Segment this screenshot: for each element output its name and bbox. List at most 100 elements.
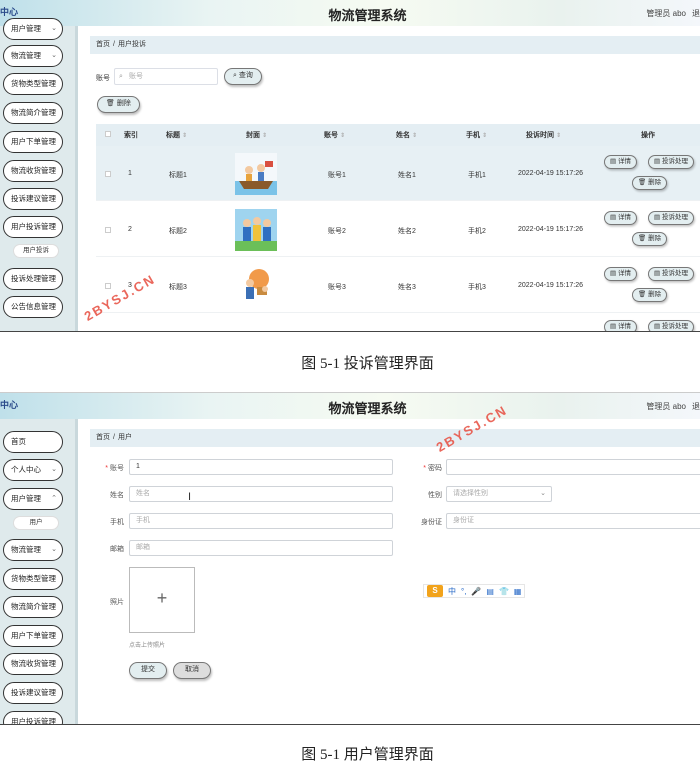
sidebar-item-logistics-management[interactable]: 物流管理 ⌄ xyxy=(3,45,63,67)
sidebar-item-complaint-handling[interactable]: 投诉处理管理 xyxy=(3,268,63,290)
logout-link[interactable]: 退 xyxy=(692,8,700,19)
delete-button[interactable]: 🗑 删除 xyxy=(97,96,140,113)
sidebar-item-cargo-type[interactable]: 货物类型管理 xyxy=(3,73,63,95)
detail-button[interactable]: ▤ 详情 xyxy=(604,155,637,169)
col-actions: 操作 xyxy=(641,132,655,139)
sogou-logo-icon: S xyxy=(427,585,443,597)
row-delete-button[interactable]: 🗑 删除 xyxy=(632,232,668,246)
ime-chinese-mode[interactable]: 中 xyxy=(448,586,456,597)
sort-icon[interactable]: ⇕ xyxy=(556,133,561,139)
detail-button[interactable]: ▤ 详情 xyxy=(604,211,637,225)
phone-input[interactable]: 手机 xyxy=(129,513,393,529)
cell-account: 账号3 xyxy=(328,284,346,291)
cell-title: 标题3 xyxy=(169,284,187,291)
cell-phone: 手机3 xyxy=(468,284,486,291)
sidebar-item-user-management[interactable]: 用户管理 ⌃ xyxy=(3,488,63,510)
sidebar-item-logistics-receipt[interactable]: 物流收货管理 xyxy=(3,653,63,675)
row-checkbox[interactable] xyxy=(105,283,111,289)
col-phone[interactable]: 手机 ⇕ xyxy=(466,130,487,140)
idcard-input[interactable]: 身份证 xyxy=(446,513,700,529)
sidebar-subitem-user-complaint[interactable]: 用户投诉 xyxy=(13,244,59,258)
sidebar-item-user-order[interactable]: 用户下单管理 xyxy=(3,131,63,153)
sidebar-item-personal-center[interactable]: 个人中心 ⌄ xyxy=(3,459,63,481)
keyboard-icon[interactable]: ▤ xyxy=(486,587,494,596)
sort-icon[interactable]: ⇕ xyxy=(182,133,187,139)
table-row: ▤ 详情 ▤ 投诉处理 xyxy=(96,314,700,331)
cell-complaint-time: 2022-04-19 15:17:26 xyxy=(518,170,583,177)
ime-toolbar[interactable]: S 中 °, 🎤 ▤ 👕 ▦ xyxy=(423,584,526,598)
microphone-icon[interactable]: 🎤 xyxy=(471,587,481,596)
cell-phone: 手机2 xyxy=(468,228,486,235)
sort-icon[interactable]: ⇕ xyxy=(340,133,345,139)
breadcrumb-current: 用户投诉 xyxy=(117,41,146,48)
system-title: 物流管理系统 xyxy=(328,8,407,23)
admin-label: 管理员 abo xyxy=(646,402,686,411)
account-label: * 账号 xyxy=(105,465,124,472)
row-delete-button[interactable]: 🗑 删除 xyxy=(632,176,668,190)
doc-icon: ▤ xyxy=(610,158,618,165)
detail-button[interactable]: ▤ 详情 xyxy=(604,267,637,281)
row-delete-button[interactable]: 🗑 删除 xyxy=(632,288,668,302)
col-title[interactable]: 标题 ⇕ xyxy=(166,130,187,140)
col-cover[interactable]: 封面 ⇕ xyxy=(246,130,267,140)
handle-complaint-button[interactable]: ▤ 投诉处理 xyxy=(648,211,694,225)
col-name[interactable]: 姓名 ⇕ xyxy=(396,130,417,140)
sidebar-item-logistics-receipt[interactable]: 物流收货管理 xyxy=(3,160,63,182)
handle-complaint-button[interactable]: ▤ 投诉处理 xyxy=(648,155,694,169)
breadcrumb-home[interactable]: 首页 xyxy=(96,434,110,441)
search-input[interactable]: ⌕ 账号 xyxy=(114,68,218,85)
email-input[interactable]: 邮箱 xyxy=(129,540,393,556)
gender-select[interactable]: 请选择性别 ⌄ xyxy=(446,486,552,502)
table-row: 1 标题1 账号1 姓名1 手机1 2022-04-19 15:17:26 ▤ … xyxy=(96,146,700,201)
account-input[interactable]: 1 xyxy=(129,459,393,475)
breadcrumb-current: 用户 xyxy=(117,434,132,441)
col-complaint-time[interactable]: 投诉时间 ⇕ xyxy=(526,130,561,140)
sidebar-item-logistics-management[interactable]: 物流管理 ⌄ xyxy=(3,539,63,561)
sidebar-item-cargo-type[interactable]: 货物类型管理 xyxy=(3,568,63,590)
name-input[interactable]: 姓名 xyxy=(129,486,393,502)
toolbox-icon[interactable]: ▦ xyxy=(514,587,522,596)
sidebar-item-suggestion[interactable]: 投诉建议管理 xyxy=(3,188,63,210)
sidebar-item-announcement[interactable]: 公告信息管理 xyxy=(3,296,63,318)
sidebar-item-suggestion[interactable]: 投诉建议管理 xyxy=(3,682,63,704)
row-checkbox[interactable] xyxy=(105,227,111,233)
sidebar-item-logistics-intro[interactable]: 物流简介管理 xyxy=(3,102,63,124)
caption-user-management: 图 5-1 用户管理界面 xyxy=(301,747,434,763)
skin-icon[interactable]: 👕 xyxy=(499,587,509,596)
row-checkbox[interactable] xyxy=(105,171,111,177)
text-cursor-icon: I xyxy=(188,491,192,503)
sidebar-subitem-user[interactable]: 用户 xyxy=(13,516,59,530)
sidebar-item-user-complaint[interactable]: 用户投诉管理 ⌃ xyxy=(3,216,63,238)
cancel-button[interactable]: 取消 xyxy=(173,662,211,679)
sidebar-item-logistics-intro[interactable]: 物流简介管理 xyxy=(3,596,63,618)
detail-button[interactable]: ▤ 详情 xyxy=(604,320,637,331)
trash-icon: 🗑 xyxy=(638,235,649,242)
password-input[interactable] xyxy=(446,459,700,475)
search-button[interactable]: ⌕ 查询 xyxy=(224,68,262,85)
required-mark: * xyxy=(105,465,108,472)
photo-label: 照片 xyxy=(110,599,124,606)
chevron-down-icon: ⌄ xyxy=(540,490,546,497)
sidebar-item-user-management[interactable]: 用户管理 ⌄ xyxy=(3,18,63,40)
col-index: 索引 xyxy=(124,132,138,139)
sidebar-item-home[interactable]: 首页 xyxy=(3,431,63,453)
main-content: 首页 / 用户投诉 账号 ⌕ 账号 ⌕ 查询 🗑 删除 索引 标题 ⇕ 封面 ⇕ 账号 ⇕ … xyxy=(84,26,700,331)
sidebar-item-user-complaint[interactable]: 用户投诉管理 xyxy=(3,711,63,724)
doc-icon: ▤ xyxy=(654,158,662,165)
ime-punctuation[interactable]: °, xyxy=(461,587,466,596)
sort-icon[interactable]: ⇕ xyxy=(412,133,417,139)
col-account[interactable]: 账号 ⇕ xyxy=(324,130,345,140)
handle-complaint-button[interactable]: ▤ 投诉处理 xyxy=(648,267,694,281)
sort-icon[interactable]: ⇕ xyxy=(482,133,487,139)
cell-account: 账号2 xyxy=(328,228,346,235)
sort-icon[interactable]: ⇕ xyxy=(262,133,267,139)
user-management-screenshot: 中心 物流管理系统 管理员 abo 退 首页 个人中心 ⌄ 用户管理 ⌃ 用户 物流… xyxy=(0,392,700,725)
submit-button[interactable]: 提交 xyxy=(129,662,167,679)
top-bar: 中心 物流管理系统 管理员 abo 退 xyxy=(0,0,700,26)
breadcrumb-home[interactable]: 首页 xyxy=(96,41,110,48)
photo-upload[interactable]: + xyxy=(129,567,195,633)
logout-link[interactable]: 退 xyxy=(692,401,700,412)
handle-complaint-button[interactable]: ▤ 投诉处理 xyxy=(648,320,694,331)
sidebar-item-user-order[interactable]: 用户下单管理 xyxy=(3,625,63,647)
select-all-checkbox[interactable] xyxy=(105,131,111,137)
